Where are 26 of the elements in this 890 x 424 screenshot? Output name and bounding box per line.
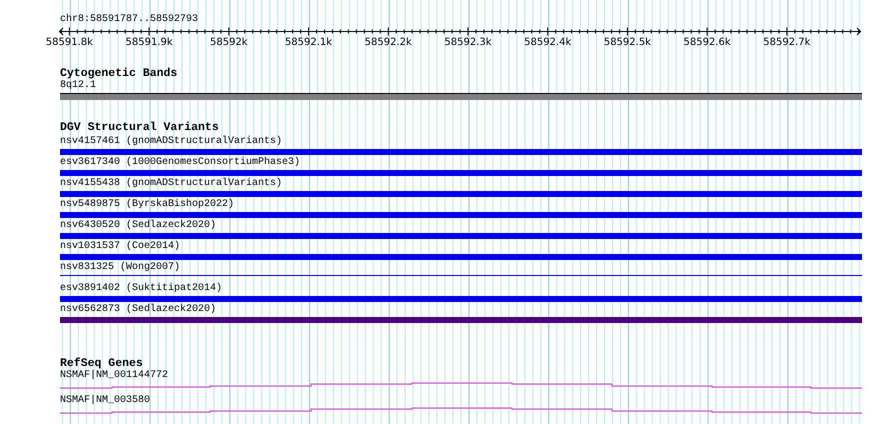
variant-label: nsv4155438 (gnomADStructuralVariants): [60, 176, 284, 191]
variant-label: nsv1031537 (Coe2014): [60, 240, 182, 254]
variant-label: nsv4157461 (gnomADStructuralVariants): [60, 134, 284, 149]
variant-label: nsv6430520 (Sedlazeck2020): [60, 218, 218, 233]
tick-label: 58592.6k: [684, 37, 731, 48]
tick-label: 58592.4k: [524, 37, 572, 48]
tick-label: 58592.5k: [604, 37, 651, 48]
tick-label: 58592.7k: [763, 37, 810, 48]
track-title: Cytogenetic Bands: [60, 68, 178, 80]
variant-label: esv3891402 (Suktitipat2014): [60, 282, 224, 296]
tick-label: 58592.2k: [364, 37, 412, 48]
tick-label: 58592.1k: [284, 37, 332, 48]
tick-label: 58591.9k: [126, 37, 173, 48]
variant-label: nsv831325 (Wong2007): [60, 260, 182, 275]
gene-label: NSMAF|NM_003580: [60, 395, 152, 407]
gene-label: NSMAF|NM_001144772: [60, 370, 170, 382]
tick-label: 58592k: [210, 37, 248, 48]
location-label: chr8:58591787..58592793: [60, 14, 200, 26]
band-label: 8q12.1: [60, 80, 98, 92]
variant-label: esv3617340 (1000GenomesConsortiumPhase3): [60, 156, 302, 170]
variant-label: nsv5489875 (ByrskaBishop2022): [60, 198, 236, 212]
tick-label: 58592.3k: [444, 37, 492, 48]
track-title: DGV Structural Variants: [60, 122, 220, 134]
variant-label: nsv6562873 (Sedlazeck2020): [60, 302, 218, 317]
track-title: RefSeq Genes: [60, 358, 143, 370]
tick-label: 58591.8k: [46, 37, 93, 48]
